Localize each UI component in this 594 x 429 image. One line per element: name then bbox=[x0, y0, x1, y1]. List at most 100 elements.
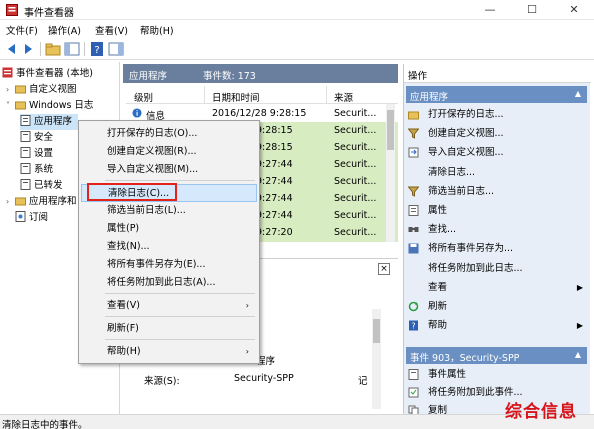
context-menu-item-properties[interactable]: 属性(P) bbox=[81, 220, 257, 238]
action-refresh[interactable]: 刷新 bbox=[408, 297, 587, 316]
submenu-arrow-icon: › bbox=[245, 347, 249, 356]
submenu-arrow-icon: › bbox=[245, 301, 249, 310]
blank-icon bbox=[408, 167, 419, 178]
event-list-header: 级别 日期和时间 来源 bbox=[126, 86, 398, 104]
folder-icon bbox=[15, 101, 26, 110]
context-menu-item-attach-task[interactable]: 将任务附加到此日志(A)... bbox=[81, 274, 257, 292]
actions-section-event[interactable]: 事件 903，Security-SPP ▲ bbox=[406, 347, 587, 364]
action-save-all-events[interactable]: 将所有事件另存为... bbox=[408, 239, 587, 258]
log-header: 应用程序 事件数: 173 bbox=[123, 64, 398, 83]
column-datetime[interactable]: 日期和时间 bbox=[212, 90, 260, 104]
action-open-saved-log[interactable]: 打开保存的日志... bbox=[408, 105, 587, 124]
context-menu-label: 打开保存的日志(O)... bbox=[107, 128, 198, 139]
collapse-arrow-icon[interactable]: ▲ bbox=[575, 350, 581, 359]
title-bar: 事件查看器 — ☐ ✕ bbox=[0, 0, 594, 20]
action-filter-current-log[interactable]: 筛选当前日志... bbox=[408, 182, 587, 201]
event-viewer-icon bbox=[6, 4, 18, 16]
close-button[interactable]: ✕ bbox=[554, 0, 594, 20]
help-icon[interactable]: ? bbox=[89, 41, 105, 57]
action-help[interactable]: ? 帮助 ▶ bbox=[408, 316, 587, 335]
context-menu-label: 创建自定义视图(R)... bbox=[107, 146, 197, 157]
properties-icon bbox=[408, 205, 419, 216]
watermark-logo: 综合信息 bbox=[505, 402, 577, 422]
event-list-scrollbar[interactable] bbox=[386, 104, 395, 242]
details-scrollbar[interactable] bbox=[372, 309, 381, 409]
context-menu-item-open-saved-log[interactable]: 打开保存的日志(O)... bbox=[81, 125, 257, 143]
event-datetime: 9:27:44 bbox=[256, 159, 293, 170]
context-menu-item-help[interactable]: 帮助(H) › bbox=[81, 343, 257, 361]
context-menu-item-filter-current-log[interactable]: 筛选当前日志(L)... bbox=[81, 202, 257, 220]
tree-root[interactable]: 事件查看器 (本地) bbox=[2, 66, 93, 82]
actions-section-application[interactable]: 应用程序 ▲ bbox=[406, 86, 587, 103]
tree-security-label: 安全 bbox=[34, 132, 54, 143]
tree-forwarded[interactable]: 已转发 bbox=[20, 178, 63, 194]
collapse-chevron-icon[interactable]: ˅ bbox=[6, 98, 15, 114]
show-hide-tree-icon[interactable] bbox=[64, 41, 80, 57]
maximize-button[interactable]: ☐ bbox=[512, 0, 552, 20]
back-arrow-icon[interactable] bbox=[4, 41, 20, 57]
action-view[interactable]: 查看 ▶ bbox=[408, 278, 587, 297]
column-source[interactable]: 来源 bbox=[334, 90, 353, 104]
event-viewer-icon bbox=[2, 67, 13, 78]
tree-windows-logs-label: Windows 日志 bbox=[29, 100, 94, 111]
context-menu-item-refresh[interactable]: 刷新(F) bbox=[81, 320, 257, 338]
tree-security[interactable]: 安全 bbox=[20, 130, 53, 146]
expand-chevron-icon[interactable]: › bbox=[6, 82, 15, 98]
show-hide-action-pane-icon[interactable] bbox=[108, 41, 124, 57]
log-icon bbox=[20, 163, 31, 174]
menu-help[interactable]: 帮助(H) bbox=[140, 23, 174, 37]
context-menu-item-create-custom-view[interactable]: 创建自定义视图(R)... bbox=[81, 143, 257, 161]
context-menu-separator bbox=[105, 339, 255, 340]
menu-file[interactable]: 文件(F) bbox=[6, 23, 38, 37]
event-datetime: 9:27:20 bbox=[256, 227, 293, 238]
folder-up-icon[interactable] bbox=[45, 41, 61, 57]
svg-text:?: ? bbox=[94, 45, 99, 56]
tree-setup-label: 设置 bbox=[34, 148, 54, 159]
action-create-custom-view[interactable]: 创建自定义视图... bbox=[408, 124, 587, 143]
event-source: Securit... bbox=[334, 210, 377, 221]
forward-arrow-icon[interactable] bbox=[20, 41, 36, 57]
help-icon: ? bbox=[409, 320, 418, 331]
menu-action[interactable]: 操作(A) bbox=[48, 23, 81, 37]
tree-subscriptions[interactable]: 订阅 bbox=[6, 210, 48, 226]
action-find[interactable]: 查找... bbox=[408, 220, 587, 239]
context-menu-item-import-custom-view[interactable]: 导入自定义视图(M)... bbox=[81, 161, 257, 179]
tree-application-label: 应用程序 bbox=[34, 116, 73, 127]
expand-chevron-icon[interactable]: › bbox=[6, 194, 15, 210]
toolbar-separator bbox=[84, 42, 85, 56]
action-label: 导入自定义视图... bbox=[428, 147, 504, 159]
menu-view[interactable]: 查看(V) bbox=[95, 23, 128, 37]
filter-icon bbox=[408, 128, 419, 139]
collapse-arrow-icon[interactable]: ▲ bbox=[575, 89, 581, 98]
event-count: 事件数: 173 bbox=[203, 71, 256, 82]
context-menu-label: 帮助(H) bbox=[107, 346, 141, 357]
context-menu-label: 将所有事件另存为(E)... bbox=[107, 259, 206, 270]
tree-custom-views-label: 自定义视图 bbox=[29, 84, 77, 95]
action-clear-log[interactable]: 清除日志... bbox=[408, 163, 587, 182]
context-menu-item-save-all-events[interactable]: 将所有事件另存为(E)... bbox=[81, 256, 257, 274]
tree-application[interactable]: 应用程序 bbox=[20, 114, 78, 130]
event-datetime: 9:27:44 bbox=[256, 210, 293, 221]
highlight-box bbox=[87, 183, 177, 201]
tree-custom-views[interactable]: › 自定义视图 bbox=[6, 82, 77, 98]
event-datetime: 2016/12/28 9:28:15 bbox=[212, 108, 307, 119]
tree-setup[interactable]: 设置 bbox=[20, 146, 53, 162]
tree-apps-services[interactable]: › 应用程序和 bbox=[6, 194, 77, 210]
tree-windows-logs[interactable]: ˅ Windows 日志 bbox=[6, 98, 93, 114]
tree-system[interactable]: 系统 bbox=[20, 162, 53, 178]
action-properties[interactable]: 属性 bbox=[408, 201, 587, 220]
actions-title: 操作 bbox=[404, 64, 591, 83]
folder-icon bbox=[15, 85, 26, 94]
action-import-custom-view[interactable]: 导入自定义视图... bbox=[408, 143, 587, 162]
tree-subscriptions-label: 订阅 bbox=[29, 212, 49, 223]
context-menu-item-find[interactable]: 查找(N)... bbox=[81, 238, 257, 256]
event-source: Securit... bbox=[334, 125, 377, 136]
column-level[interactable]: 级别 bbox=[134, 90, 153, 104]
minimize-button[interactable]: — bbox=[470, 0, 510, 20]
action-attach-task[interactable]: 将任务附加到此日志... bbox=[408, 259, 587, 278]
context-menu-item-view[interactable]: 查看(V) › bbox=[81, 297, 257, 315]
action-event-properties[interactable]: 事件属性 bbox=[408, 365, 587, 384]
close-details-icon[interactable]: × bbox=[378, 263, 390, 275]
import-icon bbox=[408, 147, 419, 158]
submenu-arrow-icon: ▶ bbox=[576, 282, 583, 292]
